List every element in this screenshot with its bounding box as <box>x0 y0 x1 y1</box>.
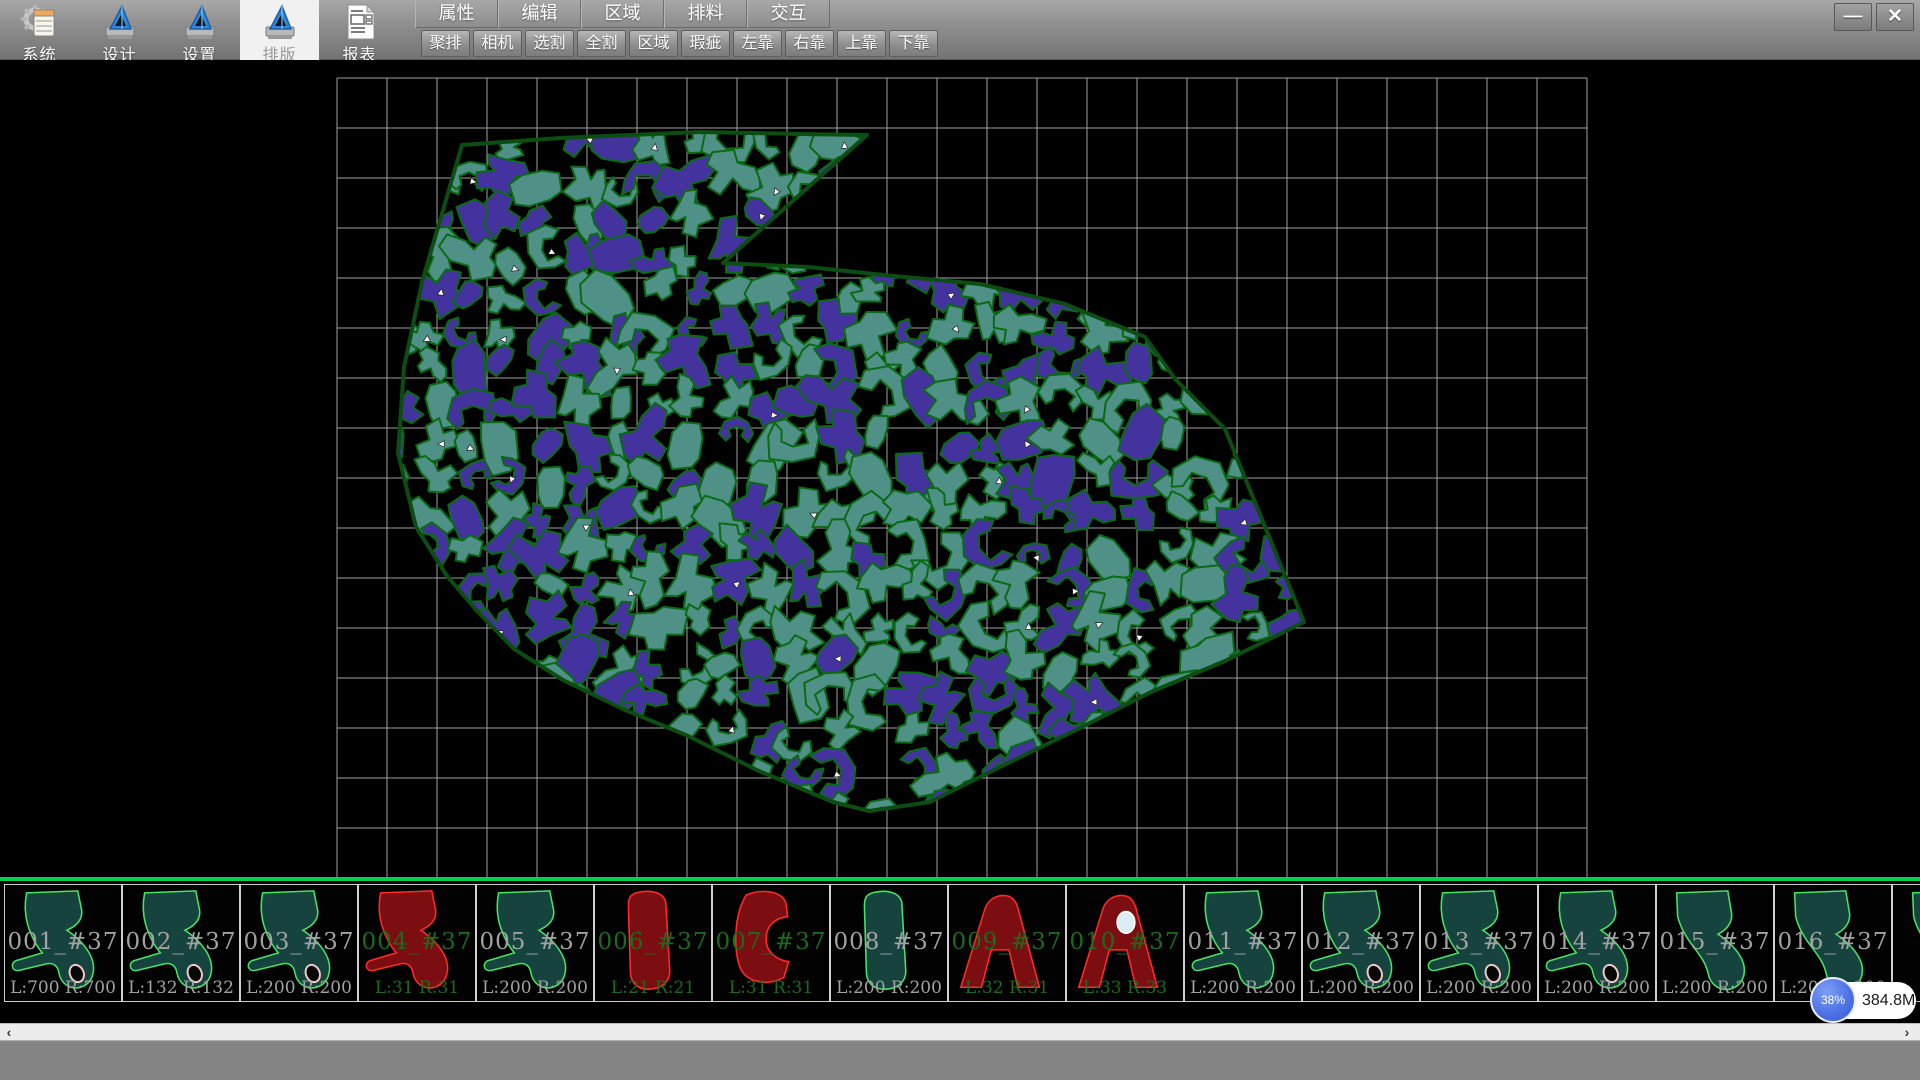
nesting-canvas[interactable] <box>0 60 1920 877</box>
thumbnail-cell-11[interactable]: 011_#37 L:200 R:200 <box>1184 884 1302 1002</box>
piece-lr-count: L:21 R:21 <box>595 978 711 998</box>
action-button-3[interactable]: 选割 <box>525 30 574 57</box>
action-button-10[interactable]: 下靠 <box>889 30 938 57</box>
piece-lr-count: L:200 R:200 <box>1185 978 1301 998</box>
menu-tab-2[interactable]: 编辑 <box>498 0 581 28</box>
horizontal-scrollbar[interactable]: ‹ › <box>0 1023 1920 1041</box>
action-button-5[interactable]: 区域 <box>629 30 678 57</box>
thumbnail-cell-7[interactable]: 007_#37 L:31 R:31 <box>712 884 830 1002</box>
action-button-8[interactable]: 右靠 <box>785 30 834 57</box>
menu-tab-4[interactable]: 排料 <box>664 0 747 28</box>
design-ruler-icon <box>101 3 139 41</box>
status-footer <box>0 1041 1920 1080</box>
thumbnail-cell-9[interactable]: 009_#37 L:32 R:31 <box>948 884 1066 1002</box>
settings-ruler-icon <box>181 3 219 41</box>
piece-lr-count: L:200 R:200 <box>831 978 947 998</box>
menu-tab-1[interactable]: 属性 <box>415 0 498 28</box>
thumbnail-cell-6[interactable]: 006_#37 L:21 R:21 <box>594 884 712 1002</box>
report-document-icon <box>341 3 379 41</box>
window-controls: — ✕ <box>1834 3 1914 31</box>
minimize-button[interactable]: — <box>1834 3 1872 31</box>
piece-lr-count: L:200 R:200 <box>1421 978 1537 998</box>
thumbnail-cell-12[interactable]: 012_#37 L:200 R:200 <box>1302 884 1420 1002</box>
thumbnail-cell-15[interactable]: 015_#37 L:200 R:200 <box>1656 884 1774 1002</box>
piece-id-label: 002_#37 <box>123 929 239 955</box>
main-button-2[interactable]: 设计 <box>80 0 159 60</box>
piece-id-label: 006_#37 <box>595 929 711 955</box>
thumbnail-cell-5[interactable]: 005_#37 L:200 R:200 <box>476 884 594 1002</box>
piece-lr-count: L:200 R:200 <box>241 978 357 998</box>
piece-id-label: 013_#37 <box>1421 929 1537 955</box>
piece-lr-count: L:32 R:31 <box>949 978 1065 998</box>
progress-badge[interactable]: 38% 384.8M <box>1810 977 1916 1023</box>
action-button-7[interactable]: 左靠 <box>733 30 782 57</box>
thumbnail-cell-8[interactable]: 008_#37 L:200 R:200 <box>830 884 948 1002</box>
piece-id-label: 003_#37 <box>241 929 357 955</box>
piece-lr-count: L:200 R:200 <box>1657 978 1773 998</box>
piece-lr-count: L:200 R:200 <box>477 978 593 998</box>
main-button-1[interactable]: 系统 <box>0 0 79 60</box>
nesting-ruler-icon <box>261 3 299 41</box>
piece-id-label: 016_#37 <box>1775 929 1891 955</box>
piece-lr-count: L:200 R:200 <box>1539 978 1655 998</box>
action-button-9[interactable]: 上靠 <box>837 30 886 57</box>
thumbnail-cell-4[interactable]: 004_#37 L:31 R:31 <box>358 884 476 1002</box>
piece-id-label: 007_#37 <box>713 929 829 955</box>
progress-percent: 38% <box>1810 977 1856 1023</box>
scroll-right-arrow[interactable]: › <box>1898 1024 1916 1042</box>
piece-id-label: 011_#37 <box>1185 929 1301 955</box>
piece-id-label: 005_#37 <box>477 929 593 955</box>
main-button-5[interactable]: 报表 <box>320 0 399 60</box>
thumbnail-cell-1[interactable]: 001_#37 L:700 R:700 <box>4 884 122 1002</box>
action-button-6[interactable]: 瑕疵 <box>681 30 730 57</box>
action-button-row: 聚排相机选割全割区域瑕疵左靠右靠上靠下靠 <box>421 30 941 57</box>
thumbnail-cell-10[interactable]: 010_#37 L:33 R:33 <box>1066 884 1184 1002</box>
thumbnail-row: 001_#37L:700 R:700002_#37L:132 R:132003_… <box>4 884 1920 1002</box>
system-gear-icon <box>21 3 59 41</box>
thumbnail-cell-13[interactable]: 013_#37 L:200 R:200 <box>1420 884 1538 1002</box>
close-button[interactable]: ✕ <box>1876 3 1914 31</box>
main-button-4[interactable]: 排版 <box>240 0 319 60</box>
piece-id-label: 001_#37 <box>5 929 121 955</box>
action-button-2[interactable]: 相机 <box>473 30 522 57</box>
piece-lr-count: L:132 R:132 <box>123 978 239 998</box>
piece-lr-count: L:31 R:31 <box>359 978 475 998</box>
piece-id-label: 010_#37 <box>1067 929 1183 955</box>
piece-id-label: 015_#37 <box>1657 929 1773 955</box>
thumbnail-cell-14[interactable]: 014_#37 L:200 R:200 <box>1538 884 1656 1002</box>
menu-tab-5[interactable]: 交互 <box>747 0 830 28</box>
piece-lr-count: L:200 R:200 <box>1303 978 1419 998</box>
piece-id-label: 004_#37 <box>359 929 475 955</box>
piece-thumbnail-strip[interactable]: 001_#37L:700 R:700002_#37L:132 R:132003_… <box>0 881 1920 1007</box>
action-button-4[interactable]: 全割 <box>577 30 626 57</box>
memory-value: 384.8M <box>1862 982 1914 1019</box>
thumbnail-cell-2[interactable]: 002_#37 L:132 R:132 <box>122 884 240 1002</box>
scroll-left-arrow[interactable]: ‹ <box>0 1024 18 1042</box>
piece-id-label: 0 <box>1893 929 1920 955</box>
thumbnail-cell-3[interactable]: 003_#37 L:200 R:200 <box>240 884 358 1002</box>
menu-tab-bar: 属性编辑区域排料交互 <box>415 0 830 28</box>
piece-id-label: 009_#37 <box>949 929 1065 955</box>
piece-lr-count: L:31 R:31 <box>713 978 829 998</box>
action-button-1[interactable]: 聚排 <box>421 30 470 57</box>
piece-id-label: 008_#37 <box>831 929 947 955</box>
hide-nesting-drawing <box>0 60 1920 877</box>
piece-lr-count: L:33 R:33 <box>1067 978 1183 998</box>
piece-id-label: 012_#37 <box>1303 929 1419 955</box>
piece-lr-count: L:700 R:700 <box>5 978 121 998</box>
application-window: 系统设计设置排版报表 属性编辑区域排料交互 聚排相机选割全割区域瑕疵左靠右靠上靠… <box>0 0 1920 1080</box>
piece-id-label: 014_#37 <box>1539 929 1655 955</box>
toolbar: 系统设计设置排版报表 属性编辑区域排料交互 聚排相机选割全割区域瑕疵左靠右靠上靠… <box>0 0 1920 60</box>
menu-tab-3[interactable]: 区域 <box>581 0 664 28</box>
main-button-3[interactable]: 设置 <box>160 0 239 60</box>
